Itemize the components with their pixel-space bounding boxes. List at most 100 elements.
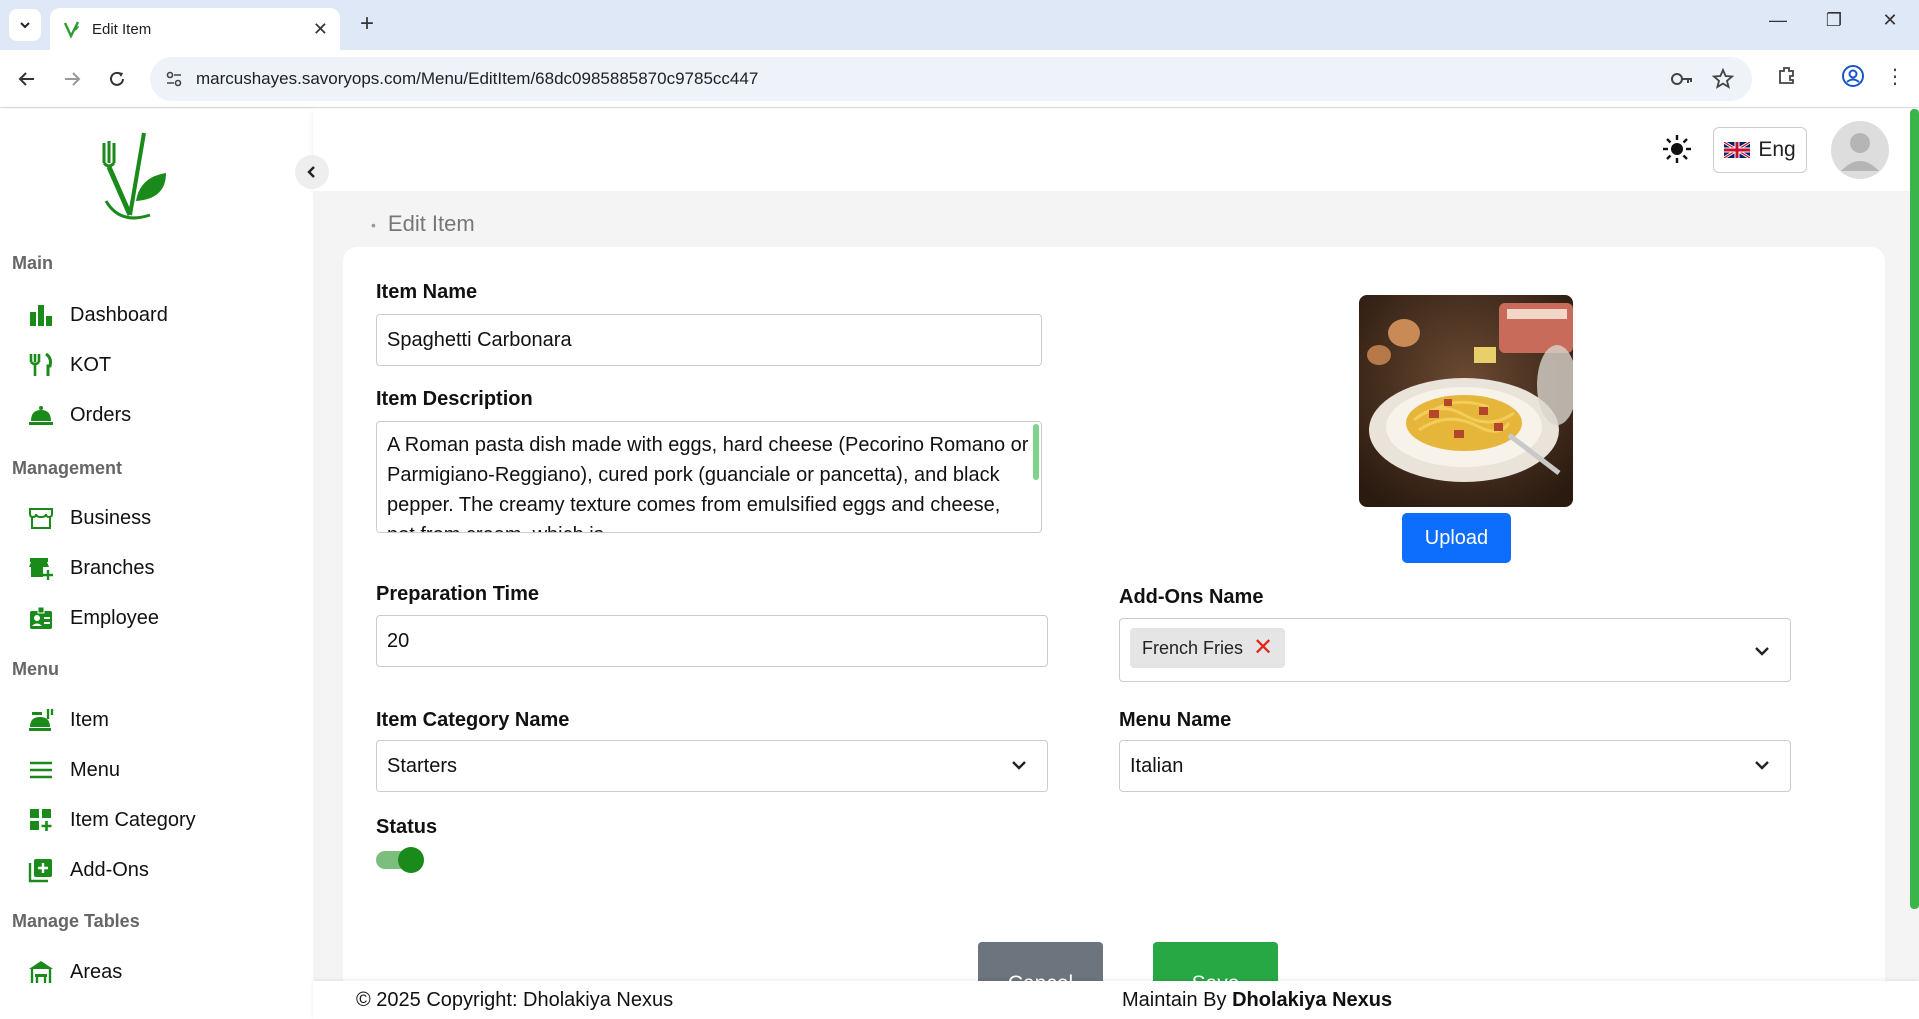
addon-chip: French Fries ✕ — [1130, 628, 1286, 668]
back-button[interactable] — [12, 64, 42, 94]
browser-tabstrip: Edit Item ✕ + — ❐ ✕ — [0, 0, 1919, 50]
sidebar-item-label: KOT — [70, 353, 112, 376]
menu-name-select[interactable]: Italian — [1119, 740, 1791, 792]
sidebar-collapse-button[interactable] — [295, 155, 329, 189]
id-badge-icon — [26, 603, 56, 633]
user-avatar[interactable] — [1831, 121, 1889, 179]
status-label: Status — [376, 816, 438, 838]
add-box-icon — [26, 855, 56, 885]
extensions-button[interactable] — [1772, 64, 1802, 92]
status-toggle[interactable] — [376, 847, 424, 873]
item-name-input[interactable]: Spaghetti Carbonara — [376, 314, 1042, 366]
sidebar-item-label: Employee — [70, 606, 159, 629]
addon-chip-label: French Fries — [1142, 637, 1244, 658]
sidebar-item-menu[interactable]: Menu — [26, 753, 120, 787]
cancel-button[interactable]: Cancel — [978, 942, 1103, 986]
sidebar-item-dashboard[interactable]: Dashboard — [26, 298, 168, 332]
item-name-label: Item Name — [376, 281, 478, 303]
item-category-label: Item Category Name — [376, 709, 570, 731]
hamburger-icon — [26, 755, 56, 785]
chevron-left-icon — [307, 166, 315, 178]
sidebar-item-item[interactable]: Item — [26, 703, 109, 737]
puzzle-icon — [1779, 67, 1794, 84]
addons-multiselect[interactable]: French Fries ✕ — [1119, 618, 1791, 682]
section-manage-tables: Manage Tables — [12, 911, 140, 931]
add-store-icon — [26, 553, 56, 583]
main-content: • Edit Item Item Name Spaghetti Carbonara… — [313, 191, 1919, 997]
key-icon[interactable] — [1670, 69, 1694, 89]
uk-flag-icon — [1724, 142, 1751, 158]
window-close-button[interactable]: ✕ — [1870, 10, 1910, 31]
footer-copyright: © 2025 Copyright: Dholakiya Nexus — [356, 989, 674, 1011]
section-main: Main — [12, 253, 54, 273]
item-description-textarea[interactable]: A Roman pasta dish made with eggs, hard … — [376, 421, 1042, 533]
sidebar-item-orders[interactable]: Orders — [26, 398, 131, 432]
toggle-knob — [398, 847, 424, 873]
textarea-scrollbar[interactable] — [1033, 424, 1039, 480]
sidebar-item-label: Orders — [70, 403, 132, 426]
url-text: marcushayes.savoryops.com/Menu/EditItem/… — [196, 69, 759, 88]
breadcrumb-current: Edit Item — [387, 211, 475, 236]
arrow-left-icon — [18, 72, 34, 86]
preparation-time-label: Preparation Time — [376, 583, 540, 605]
addons-label: Add-Ons Name — [1119, 586, 1264, 608]
arrow-right-icon — [65, 72, 81, 86]
reload-icon — [110, 71, 124, 86]
upload-button[interactable]: Upload — [1402, 513, 1511, 563]
cloche-icon — [26, 400, 56, 430]
address-bar[interactable]: marcushayes.savoryops.com/Menu/EditItem/… — [150, 57, 1752, 101]
language-selector[interactable]: Eng — [1713, 127, 1807, 173]
logo — [102, 132, 166, 220]
restore-button[interactable]: ❐ — [1814, 10, 1854, 31]
sidebar-item-addons[interactable]: Add-Ons — [26, 853, 149, 887]
menu-name-value: Italian — [1130, 754, 1184, 777]
section-management: Management — [12, 458, 123, 478]
browser-tab[interactable]: Edit Item ✕ — [50, 8, 340, 50]
sidebar-item-areas[interactable]: Areas — [26, 955, 122, 989]
footer: © 2025 Copyright: Dholakiya Nexus Mainta… — [313, 981, 1919, 1019]
new-tab-button[interactable]: + — [352, 10, 382, 38]
profile-button[interactable] — [1838, 64, 1868, 94]
sidebar-item-employee[interactable]: Employee — [26, 601, 159, 635]
account-circle-icon — [1842, 65, 1864, 87]
section-menu: Menu — [12, 659, 59, 679]
reload-button[interactable] — [102, 64, 132, 94]
sidebar-item-label: Menu — [70, 758, 121, 781]
maintain-prefix: Maintain By — [1122, 989, 1233, 1011]
item-description-text: A Roman pasta dish made with eggs, hard … — [387, 434, 1029, 532]
forward-button[interactable] — [57, 64, 87, 94]
sidebar-item-label: Dashboard — [70, 303, 168, 326]
item-category-value: Starters — [387, 754, 458, 777]
save-button[interactable]: Save — [1153, 942, 1278, 986]
sidebar-item-label: Business — [70, 506, 152, 529]
sidebar-item-item-category[interactable]: Item Category — [26, 803, 196, 837]
browser-menu-button[interactable]: ⋮ — [1880, 64, 1910, 89]
sidebar-item-branches[interactable]: Branches — [26, 551, 155, 585]
sidebar-item-label: Areas — [70, 960, 123, 983]
sidebar-item-label: Add-Ons — [70, 858, 149, 881]
breadcrumb: • Edit Item — [371, 211, 475, 237]
tab-close-icon[interactable]: ✕ — [313, 19, 328, 40]
sidebar: Main Dashboard KOT Orders Management Bus… — [0, 109, 313, 1019]
remove-chip-icon[interactable]: ✕ — [1253, 636, 1273, 660]
pasta-image — [1359, 295, 1573, 507]
preparation-time-input[interactable]: 20 — [376, 615, 1048, 667]
footer-maintained-by: Maintain By Dholakiya Nexus — [1122, 989, 1392, 1012]
sidebar-item-business[interactable]: Business — [26, 501, 151, 535]
tab-title: Edit Item — [92, 20, 152, 38]
minimize-button[interactable]: — — [1758, 10, 1798, 31]
item-photo — [1359, 295, 1573, 507]
chevron-down-icon — [20, 22, 30, 29]
edit-item-form: Item Name Spaghetti Carbonara Item Descr… — [343, 247, 1885, 997]
item-category-select[interactable]: Starters — [376, 740, 1048, 792]
sidebar-item-kot[interactable]: KOT — [26, 348, 111, 382]
language-label: Eng — [1758, 138, 1796, 161]
tab-search-button[interactable] — [9, 9, 41, 41]
star-icon[interactable] — [1712, 68, 1734, 90]
store-icon — [26, 503, 56, 533]
page-scrollbar[interactable] — [1910, 109, 1919, 909]
grid-add-icon — [26, 805, 56, 835]
favicon-icon — [63, 21, 80, 39]
app-header: Eng — [313, 109, 1919, 191]
sun-icon[interactable] — [1661, 133, 1693, 165]
